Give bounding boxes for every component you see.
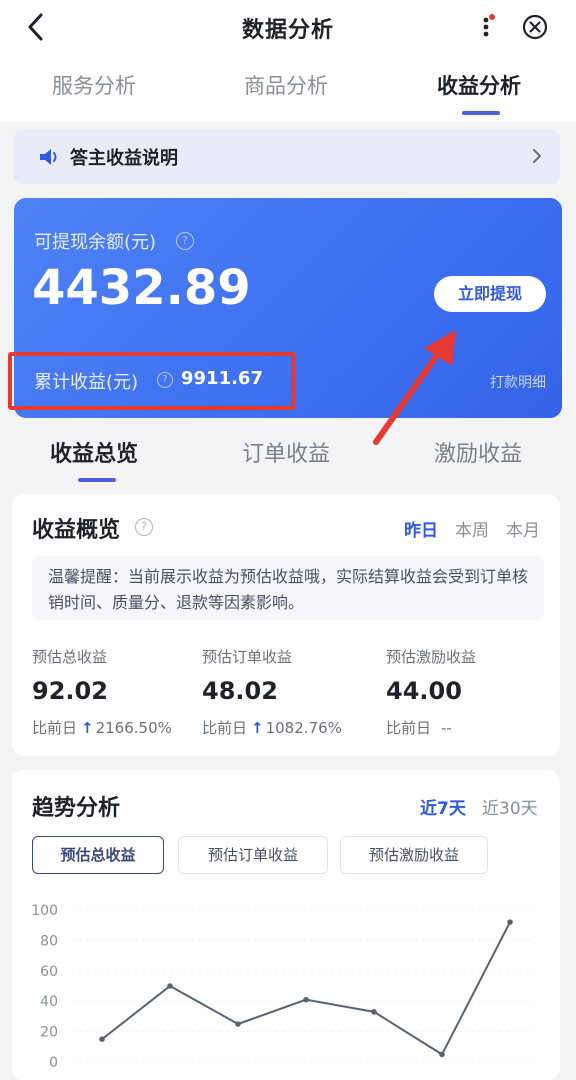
- trend-line-chart: 0 20 40 60 80 100: [31, 903, 532, 1071]
- tab-order-earnings[interactable]: 订单收益: [242, 436, 330, 468]
- period-tab-this-week[interactable]: 本周: [455, 516, 489, 541]
- metric-total-estimated: 预估总收益 92.02 比前日 ↑ 2166.50%: [32, 646, 172, 738]
- y-tick-label: 100: [31, 903, 58, 919]
- tab-service-analysis[interactable]: 服务分析: [52, 70, 136, 100]
- tab-earnings-analysis[interactable]: 收益分析: [437, 70, 521, 100]
- compare-change: 2166.50%: [95, 719, 172, 737]
- compare-change: 1082.76%: [265, 719, 342, 737]
- tip-text: 温馨提醒：当前展示收益为预估收益哦，实际结算收益会受到订单核销时间、质量分、退款…: [48, 567, 529, 612]
- data-point[interactable]: [507, 919, 513, 925]
- compare-label: 比前日: [202, 719, 248, 737]
- metric-value: 92.02: [32, 677, 108, 705]
- series-chip-order[interactable]: 预估订单收益: [178, 836, 328, 874]
- earnings-overview-card: 收益概览 ? 昨日 本周 本月 温馨提醒：当前展示收益为预估收益哦，实际结算收益…: [12, 494, 560, 756]
- red-highlight-box: [8, 352, 295, 410]
- compare-change: --: [441, 719, 452, 737]
- metric-value: 48.02: [202, 677, 278, 705]
- analysis-tabs: 服务分析 商品分析 收益分析: [0, 56, 576, 122]
- data-point[interactable]: [439, 1051, 445, 1058]
- compare-label: 比前日: [386, 719, 432, 737]
- y-tick-label: 0: [49, 1055, 58, 1071]
- tab-product-analysis[interactable]: 商品分析: [244, 70, 328, 100]
- series-chip-incentive[interactable]: 预估激励收益: [340, 836, 488, 874]
- metric-compare: 比前日 ↑ 1082.76%: [202, 717, 342, 738]
- metric-value: 44.00: [386, 677, 462, 705]
- series-chip-total[interactable]: 预估总收益: [32, 836, 164, 874]
- data-point[interactable]: [235, 1021, 241, 1027]
- y-tick-label: 40: [40, 994, 58, 1010]
- y-tick-label: 20: [40, 1025, 58, 1041]
- data-point[interactable]: [99, 1036, 105, 1042]
- metric-compare: 比前日 ↑ 2166.50%: [32, 717, 172, 738]
- metric-label: 预估总收益: [32, 648, 108, 666]
- section-title: 趋势分析: [32, 796, 121, 821]
- earnings-tabs: 收益总览 订单收益 激励收益: [0, 420, 576, 488]
- active-tab-indicator: [78, 478, 116, 482]
- tab-incentive-earnings[interactable]: 激励收益: [434, 436, 522, 468]
- chevron-right-icon: [533, 149, 541, 163]
- up-arrow-icon: ↑: [251, 719, 264, 737]
- more-options-icon[interactable]: [478, 12, 496, 42]
- data-point[interactable]: [371, 1009, 377, 1015]
- range-tab-7-days[interactable]: 近7天: [420, 794, 466, 819]
- data-point[interactable]: [167, 983, 173, 989]
- help-icon[interactable]: ?: [176, 232, 194, 250]
- compare-label: 比前日: [32, 719, 78, 737]
- help-icon[interactable]: ?: [135, 518, 153, 536]
- metric-compare: 比前日 --: [386, 717, 476, 738]
- up-arrow-icon: ↑: [81, 719, 94, 737]
- active-tab-indicator: [462, 111, 500, 115]
- withdrawable-balance-value: 4432.89: [32, 260, 251, 316]
- trend-analysis-card: 趋势分析 近7天 近30天 预估总收益 预估订单收益 预估激励收益 0 20 40 6…: [12, 770, 560, 1080]
- earnings-explanation-bar[interactable]: 答主收益说明: [14, 130, 560, 184]
- section-title: 收益概览: [32, 518, 121, 543]
- notice-text: 答主收益说明: [70, 148, 178, 169]
- close-icon[interactable]: [522, 14, 548, 40]
- speaker-icon: [40, 149, 57, 165]
- metric-incentive-estimated: 预估激励收益 44.00 比前日 --: [386, 646, 476, 738]
- y-tick-label: 80: [40, 933, 58, 949]
- y-tick-label: 60: [40, 964, 58, 980]
- payment-detail-link[interactable]: 打款明细: [490, 372, 546, 392]
- range-tab-30-days[interactable]: 近30天: [482, 794, 538, 819]
- metric-order-estimated: 预估订单收益 48.02 比前日 ↑ 1082.76%: [202, 646, 342, 738]
- period-tab-yesterday[interactable]: 昨日: [404, 516, 438, 541]
- withdrawable-balance-label: 可提现余额(元): [34, 232, 157, 253]
- period-tab-this-month[interactable]: 本月: [506, 516, 540, 541]
- withdraw-now-button[interactable]: 立即提现: [434, 276, 546, 312]
- metric-label: 预估激励收益: [386, 648, 477, 666]
- series-line: [101, 921, 511, 1056]
- tip-box: 温馨提醒：当前展示收益为预估收益哦，实际结算收益会受到订单核销时间、质量分、退款…: [32, 556, 544, 620]
- data-point[interactable]: [303, 996, 309, 1003]
- tab-earnings-overview[interactable]: 收益总览: [50, 436, 138, 468]
- top-bar: 数据分析: [0, 0, 576, 56]
- metric-label: 预估订单收益: [202, 648, 293, 666]
